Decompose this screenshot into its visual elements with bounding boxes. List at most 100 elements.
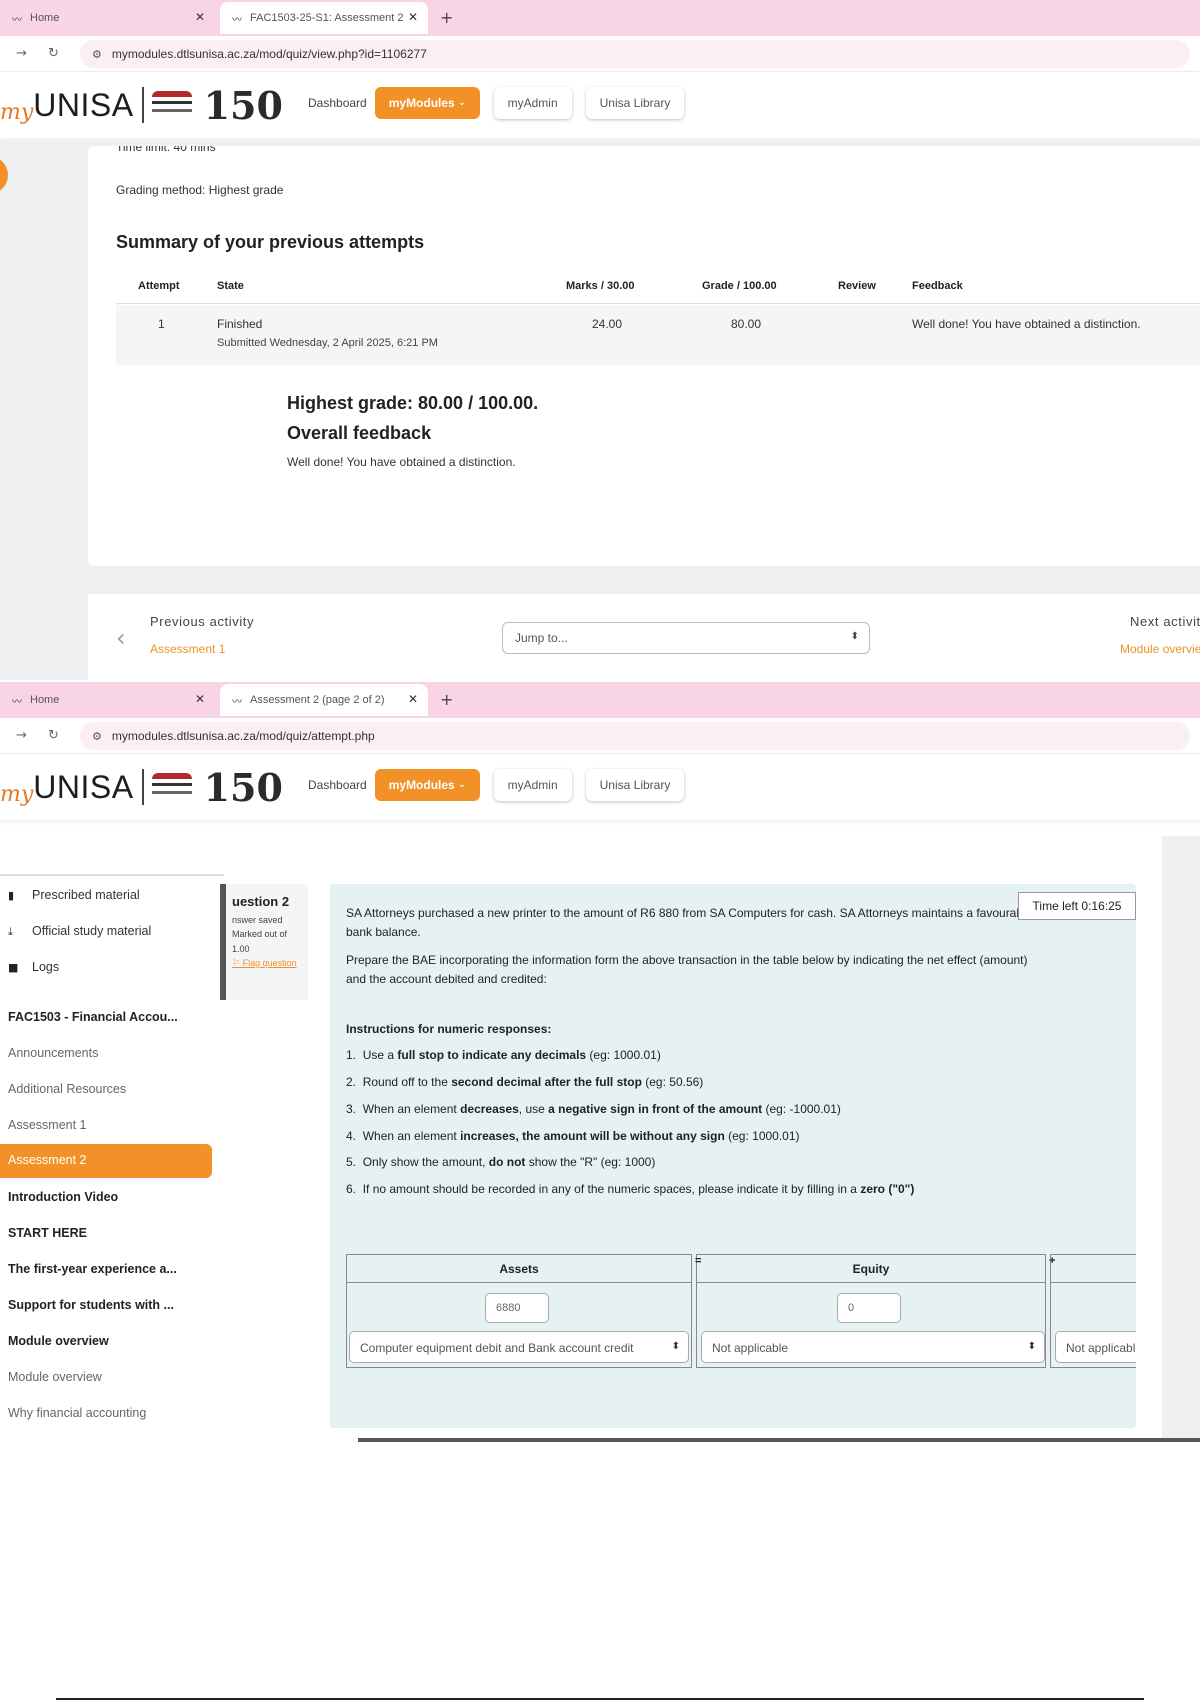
browser-tabbar: 〰 Home ✕ 〰 FAC1503-25-S1: Assessment 2 ✕… [0,0,1200,36]
overall-feedback-title: Overall feedback [287,423,432,443]
sidebar-item-support-for-students[interactable]: Support for students with ... [8,1298,174,1312]
header-attempt: Attempt [138,280,180,292]
top-navigation: Dashboard myModules ⌄ myAdmin Unisa Libr… [306,769,685,801]
equity-account-select[interactable]: Not applicable ⬍ [701,1331,1045,1363]
flag-icon: ⚐ [232,958,241,969]
url-field[interactable]: ⚙ mymodules.dtlsunisa.ac.za/mod/quiz/vie… [80,40,1190,68]
instruction-item: 4. When an element increases, the amount… [346,1129,800,1143]
nav-mymodules-button[interactable]: myModules ⌄ [374,87,480,119]
chevron-down-icon: ⌄ [458,98,466,108]
cell-marks: 24.00 [592,317,623,331]
new-tab-icon[interactable]: + [440,8,453,27]
horizontal-scrollbar[interactable] [358,1438,1200,1442]
nav-library-button[interactable]: Unisa Library [585,769,685,801]
sidebar-item-additional-resources[interactable]: Additional Resources [8,1082,126,1096]
question-marks: 1.00 [232,943,250,954]
site-header: my UNISA 150 Dashboard myModules ⌄ myAdm… [0,754,1200,820]
sidebar-item-assessment-1[interactable]: Assessment 1 [8,1118,87,1132]
tab-label: Home [30,12,60,24]
favicon-icon: 〰 [12,696,22,708]
reload-icon[interactable]: ↻ [48,46,59,61]
forward-icon[interactable]: → [16,46,27,61]
previous-activity-label: Previous activity [150,614,255,629]
sidebar-item-start-here[interactable]: START HERE [8,1226,87,1240]
close-icon[interactable]: ✕ [408,692,418,706]
browser-tab-assessment-attempt[interactable]: 〰 Assessment 2 (page 2 of 2) ✕ [220,684,428,716]
sidebar-item-label: Official study material [32,924,152,938]
tab-label: Assessment 2 (page 2 of 2) [250,694,385,706]
question-text-line: and the account debited and credited: [346,972,547,986]
select-value: Not applicable [1066,1341,1136,1355]
question-text-line: Prepare the BAE incorporating the inform… [346,953,1028,967]
liabilities-account-select[interactable]: Not applicable [1055,1331,1136,1363]
close-icon[interactable]: ✕ [195,10,205,24]
browser-tab-home[interactable]: 〰 Home ✕ [0,2,215,34]
header-feedback: Feedback [912,280,963,292]
sidebar-item-module-overview[interactable]: Module overview [8,1370,102,1384]
nav-dashboard[interactable]: Dashboard [306,96,367,110]
sidebar-item-module-overview-section[interactable]: Module overview [8,1334,109,1348]
nav-myadmin-button[interactable]: myAdmin [493,87,572,119]
equity-amount-input[interactable]: 0 [837,1293,901,1323]
url-text: mymodules.dtlsunisa.ac.za/mod/quiz/view.… [111,47,427,61]
unisa-logo[interactable]: my UNISA 150 [0,764,283,810]
reload-icon[interactable]: ↻ [48,728,59,743]
new-tab-icon[interactable]: + [440,690,453,709]
sidebar-item-prescribed-material[interactable]: ▮ Prescribed material [8,888,140,902]
bae-assets-header: Assets [347,1255,691,1283]
select-arrows-icon: ⬍ [850,631,859,642]
browser-tab-assessment[interactable]: 〰 FAC1503-25-S1: Assessment 2 ✕ [220,2,428,34]
nav-myadmin-button[interactable]: myAdmin [493,769,572,801]
sidebar-item-logs[interactable]: ■ Logs [8,960,59,974]
header-grade: Grade / 100.00 [702,280,777,292]
jump-to-select[interactable]: Jump to... ⬍ [502,622,870,654]
logo-word: UNISA [33,768,134,805]
chevron-left-icon[interactable]: ‹ [116,624,126,652]
header-review: Review [838,280,876,292]
logo-150-years: 150 [203,82,283,128]
header-marks: Marks / 30.00 [566,280,635,292]
next-activity-label: Next activity [1130,614,1200,629]
site-settings-icon[interactable]: ⚙ [92,730,102,743]
sidebar-item-why-financial-accounting[interactable]: Why financial accounting [8,1406,146,1420]
unisa-logo[interactable]: my UNISA 150 [0,82,283,128]
next-activity-link[interactable]: Module overview [1120,642,1200,656]
sidebar-item-course[interactable]: FAC1503 - Financial Accou... [8,1010,178,1024]
sidebar-item-first-year-experience[interactable]: The first-year experience a... [8,1262,177,1276]
close-icon[interactable]: ✕ [408,10,418,24]
question-text-line: bank balance. [346,925,421,939]
nav-dashboard[interactable]: Dashboard [306,778,367,792]
browser-tab-home[interactable]: 〰 Home ✕ [0,684,215,716]
sidebar-item-announcements[interactable]: Announcements [8,1046,98,1060]
sidebar-item-assessment-2[interactable]: Assessment 2 [0,1144,212,1178]
top-navigation: Dashboard myModules ⌄ myAdmin Unisa Libr… [306,87,685,119]
site-settings-icon[interactable]: ⚙ [92,48,102,61]
assets-account-select[interactable]: Computer equipment debit and Bank accoun… [349,1331,689,1363]
favicon-icon: 〰 [12,14,22,26]
sidebar-item-label: Prescribed material [32,888,140,902]
assets-amount-input[interactable]: 6880 [485,1293,549,1323]
question-number: uestion 2 [232,894,290,909]
flag-question-link[interactable]: ⚐ Flag question [232,956,304,971]
close-icon[interactable]: ✕ [195,692,205,706]
chevron-down-icon: ⌄ [458,780,466,790]
tab-label: FAC1503-25-S1: Assessment 2 [250,12,404,24]
forward-icon[interactable]: → [16,728,27,743]
time-limit: Time limit: 40 mins [116,146,216,154]
favicon-icon: 〰 [232,14,242,26]
instruction-item: 3. When an element decreases, use a nega… [346,1102,841,1116]
previous-activity-link[interactable]: Assessment 1 [150,642,225,656]
url-field[interactable]: ⚙ mymodules.dtlsunisa.ac.za/mod/quiz/att… [80,722,1190,750]
select-value: Not applicable [712,1341,789,1355]
sidebar-item-introduction-video[interactable]: Introduction Video [8,1190,118,1204]
highest-grade: Highest grade: 80.00 / 100.00. [287,393,539,413]
question-marked-label: Marked out of [232,929,288,940]
jump-to-value: Jump to... [515,631,568,645]
logo-150-years: 150 [203,764,283,810]
sidebar-item-official-study-material[interactable]: ⤓ Official study material [8,924,151,939]
bookmark-icon: ▮ [8,889,15,902]
nav-library-button[interactable]: Unisa Library [585,87,685,119]
url-text: mymodules.dtlsunisa.ac.za/mod/quiz/attem… [111,729,375,743]
logo-my: my [0,781,34,807]
nav-mymodules-button[interactable]: myModules ⌄ [374,769,480,801]
